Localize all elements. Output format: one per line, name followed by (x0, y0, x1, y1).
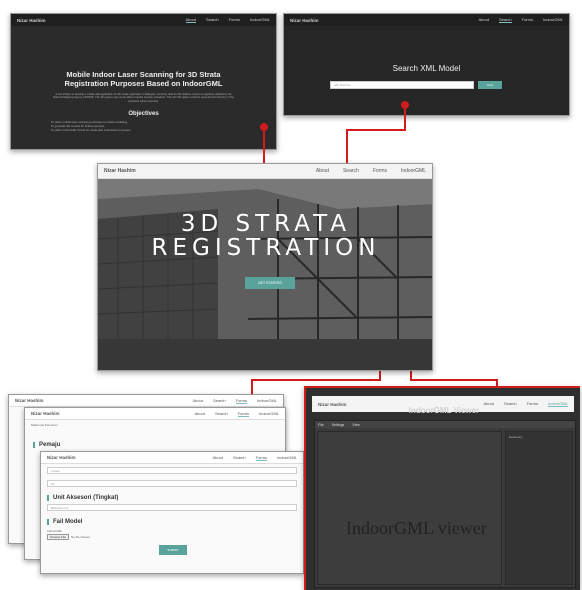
brand-logo[interactable]: Nizar Hashim (17, 18, 46, 23)
search-title: Search XML Model (392, 64, 461, 73)
hero-panel: Nizar Hashim About Search Forms IndoorGM… (97, 163, 433, 371)
get-started-button[interactable]: GET STARTED (245, 277, 295, 289)
nav-forms[interactable]: Forms (255, 455, 267, 461)
nav-search[interactable]: Search (215, 411, 228, 417)
nav-search[interactable]: Search (213, 398, 226, 404)
navbar: Nizar Hashim About Search Forms IndoorGM… (11, 14, 276, 26)
no-file-label: No file chosen (71, 535, 91, 539)
menu-file[interactable]: File (318, 423, 324, 427)
connector-line (251, 379, 381, 381)
hero-title-line2: REGISTRATION (151, 235, 381, 261)
nav-forms[interactable]: Forms (237, 411, 249, 417)
viewer-caption: IndoorGML viewer (346, 518, 487, 538)
choose-file-button[interactable]: Choose File (47, 534, 70, 540)
search-input[interactable]: UPI Number (330, 81, 474, 89)
nav-forms[interactable]: Forms (373, 168, 387, 174)
nav-indoorgml[interactable]: IndoorGML (543, 17, 563, 23)
nav-indoorgml[interactable]: IndoorGML (401, 168, 426, 174)
find-button[interactable]: Find (478, 81, 502, 89)
brand-logo[interactable]: Nizar Hashim (290, 18, 319, 23)
nav-about[interactable]: About (479, 17, 489, 23)
nav-forms[interactable]: Forms (229, 17, 240, 23)
about-title: Mobile Indoor Laser Scanning for 3D Stra… (64, 70, 223, 88)
navbar: Nizar Hashim About Search Forms IndoorGM… (9, 395, 283, 407)
nav-about[interactable]: About (185, 17, 196, 23)
brand-logo[interactable]: Nizar Hashim (104, 168, 136, 174)
nav-about[interactable]: About (316, 168, 329, 174)
search-panel: Nizar Hashim About Search Forms IndoorGM… (283, 13, 570, 116)
navbar: Nizar Hashim About Search Forms IndoorGM… (98, 164, 432, 179)
pemaju-heading: Pemaju (33, 442, 285, 448)
objective-item: To utilize IndoorGML format for strata p… (51, 128, 131, 133)
nav-search[interactable]: Search (498, 17, 512, 23)
viewer-canvas[interactable] (317, 431, 502, 585)
nav-indoorgml[interactable]: IndoorGML (259, 411, 279, 417)
connector-line (410, 379, 498, 381)
nav-indoorgml[interactable]: IndoorGML (277, 455, 297, 461)
nav-about[interactable]: About (213, 455, 223, 461)
nav-about[interactable]: About (193, 398, 203, 404)
viewer-header: IndoorGML Viewer (408, 406, 480, 415)
nav-search[interactable]: Search (206, 17, 219, 23)
fail-model-heading: Fail Model (47, 519, 297, 525)
unit-aksesori-heading: Unit Aksesori (Tingkat) (47, 495, 297, 501)
nav-indoorgml[interactable]: IndoorGML (257, 398, 277, 404)
brand-logo[interactable]: Nizar Hashim (31, 411, 60, 416)
hero-title-line1: 3D STRATA (180, 211, 352, 237)
about-panel: Nizar Hashim About Search Forms IndoorGM… (10, 13, 277, 150)
form-label: Maklumat Pemohon (31, 423, 58, 427)
connector-line (404, 108, 406, 130)
floor-field[interactable]: P1 (47, 480, 297, 487)
forms-panel-front: Nizar Hashim About Search Forms IndoorGM… (40, 451, 304, 574)
menu-settings[interactable]: Settings (332, 423, 345, 427)
about-paragraph: A new Project to develop a mobile web ap… (53, 93, 234, 103)
brand-logo[interactable]: Nizar Hashim (15, 398, 44, 403)
submit-button[interactable]: SUBMIT (159, 545, 187, 555)
nav-indoorgml[interactable]: IndoorGML (250, 17, 270, 23)
brand-logo[interactable]: Nizar Hashim (47, 455, 76, 460)
nav-search[interactable]: Search (343, 168, 359, 174)
nav-search[interactable]: Search (233, 455, 246, 461)
connector-line (346, 129, 406, 131)
location-field[interactable]: Lokasi (47, 467, 297, 474)
nav-forms[interactable]: Forms (235, 398, 247, 404)
nav-about[interactable]: About (195, 411, 205, 417)
viewer-panel: Nizar Hashim About Search Forms IndoorGM… (304, 386, 580, 590)
building-photo (98, 179, 432, 370)
viewer-sidebar: Geometry (505, 431, 573, 585)
menu-view[interactable]: View (352, 423, 360, 427)
navbar: Nizar Hashim About Search Forms IndoorGM… (284, 14, 569, 26)
objectives-title: Objectives (128, 111, 159, 118)
indoorgml-label: IndoorGML (47, 529, 63, 533)
navbar: Nizar Hashim About Search Forms IndoorGM… (25, 408, 285, 420)
unit-select[interactable]: Bilangan unit (47, 504, 297, 511)
nav-forms[interactable]: Forms (522, 17, 533, 23)
sidebar-label: Geometry (509, 435, 523, 439)
navbar: Nizar Hashim About Search Forms IndoorGM… (41, 452, 303, 464)
